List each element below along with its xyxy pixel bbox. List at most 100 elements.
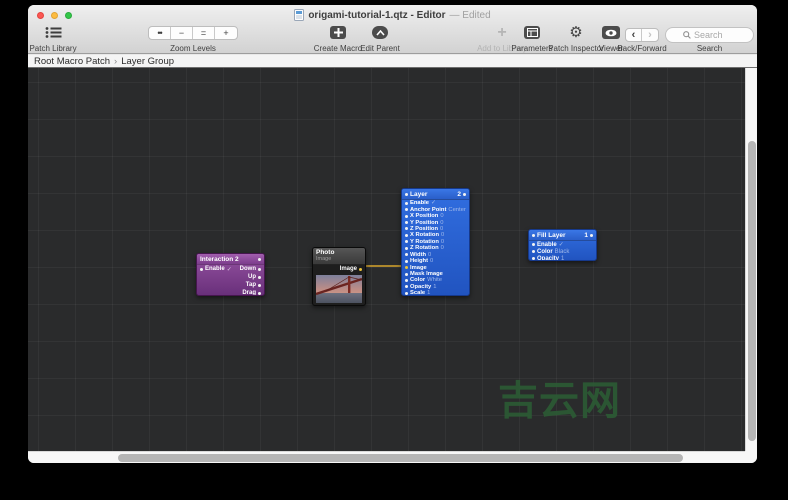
node-fill-layer[interactable]: Fill Layer 1 Enable ✓ Color Black Opacity 1 [528, 229, 597, 261]
port-name: Image [410, 264, 427, 271]
window-title-edited: — Edited [449, 9, 491, 21]
port-name: Down [239, 266, 256, 272]
port-dot[interactable] [532, 257, 535, 260]
port-name: Y Position [410, 219, 439, 226]
edit-parent-label: Edit Parent [360, 44, 400, 53]
port-dot[interactable] [359, 267, 362, 271]
vertical-scrollbar[interactable] [745, 68, 757, 451]
search-icon [683, 31, 691, 39]
patch-canvas[interactable]: Interaction 2 Enable ✓ Down Up Tap Drag Photo… [28, 68, 745, 451]
port-value: 1 [561, 255, 565, 261]
port-dot[interactable] [532, 243, 535, 246]
patch-library-icon [45, 27, 61, 38]
port-dot[interactable] [258, 283, 261, 287]
port-dot[interactable] [405, 259, 408, 263]
port-dot[interactable] [405, 253, 408, 257]
port-dot[interactable] [405, 240, 408, 244]
node-interaction-2[interactable]: Interaction 2 Enable ✓ Down Up Tap Drag [196, 253, 265, 296]
port-dot[interactable] [405, 192, 408, 196]
port-name: Opacity [537, 255, 560, 261]
search-field[interactable] [665, 27, 754, 43]
port-row: Tap [197, 281, 264, 289]
breadcrumb-root-macro-patch[interactable]: Root Macro Patch [34, 56, 110, 67]
port-dot[interactable] [405, 214, 408, 218]
photo-header: Photo Image [313, 248, 365, 265]
port-dot[interactable] [258, 275, 261, 279]
toolbar: Patch Library •• − = + Zoom Levels Creat… [28, 25, 757, 54]
port-value: 0 [440, 238, 445, 245]
node-title: Fill Layer 1 [529, 230, 596, 241]
port-dot[interactable] [405, 233, 408, 237]
zoom-actual-button[interactable]: •• [149, 27, 171, 39]
port-name: Color [410, 277, 426, 284]
port-dot[interactable] [532, 250, 535, 253]
port-dot[interactable] [258, 291, 261, 295]
port-name: Width [410, 251, 427, 258]
port-name: Image [339, 266, 357, 272]
photo-thumbnail [313, 273, 365, 305]
port-dot[interactable] [405, 208, 408, 212]
port-dot[interactable] [405, 227, 408, 231]
port-dot[interactable] [463, 192, 466, 196]
port-value: ✓ [558, 242, 564, 248]
patch-inspector-icon: ⚙ [569, 24, 583, 41]
port-dot[interactable] [405, 246, 408, 250]
port-name: Z Rotation [410, 245, 439, 252]
search-input[interactable] [694, 30, 736, 40]
parameters-icon [524, 26, 540, 39]
port-name: Scale [410, 290, 426, 296]
window-title: origami-tutorial-1.qtz - Editor [308, 9, 446, 21]
port-dot[interactable] [405, 266, 408, 270]
port-row: Up [197, 273, 264, 281]
port-dot[interactable] [405, 291, 408, 295]
back-button[interactable]: ‹ [626, 29, 642, 41]
patch-library-button[interactable]: Patch Library [29, 26, 77, 53]
node-badge: 2 [457, 191, 466, 198]
port-name: Enable [205, 266, 225, 272]
vertical-scrollbar-thumb[interactable] [748, 141, 756, 441]
search-group: Search [665, 26, 754, 53]
port-dot[interactable] [405, 278, 408, 282]
zoom-in-button[interactable]: + [215, 27, 237, 39]
node-layer[interactable]: Layer 2 Enable ✓ Anchor Point Center X Posit… [401, 188, 470, 296]
port-dot[interactable] [532, 233, 535, 237]
port-name: Anchor Point [410, 206, 447, 213]
back-forward-group: ‹ › Back/Forward [617, 26, 667, 53]
port-dot[interactable] [405, 201, 408, 205]
port-dot[interactable] [258, 267, 261, 271]
port-value: 0 [430, 258, 434, 265]
zoom-levels-control: •• − = + [148, 26, 238, 40]
port-row: Enable ✓ Down [197, 265, 264, 273]
node-photo[interactable]: Photo Image Image [312, 247, 366, 306]
create-macro-button[interactable]: Create Macro [314, 26, 362, 53]
port-dot[interactable] [590, 233, 593, 237]
node-badge: 1 [584, 232, 593, 239]
editor-window: origami-tutorial-1.qtz - Editor — Edited… [28, 5, 757, 463]
titlebar[interactable]: origami-tutorial-1.qtz - Editor — Edited [28, 5, 757, 25]
port-name: Opacity [410, 283, 432, 290]
viewer-icon [602, 26, 620, 39]
port-name: Up [248, 274, 256, 280]
port-dot[interactable] [405, 285, 408, 289]
port-dot[interactable] [405, 221, 408, 225]
horizontal-scrollbar[interactable] [28, 451, 745, 463]
port-value: Black [554, 248, 570, 255]
node-title-text: Fill Layer [537, 231, 566, 239]
forward-button[interactable]: › [642, 29, 658, 41]
port-value: 0 [428, 251, 432, 258]
horizontal-scrollbar-thumb[interactable] [118, 454, 683, 462]
port-name: Enable [410, 200, 430, 207]
node-subtitle-text: Image [316, 256, 332, 262]
breadcrumb-layer-group[interactable]: Layer Group [121, 56, 174, 67]
port-value: 0 [440, 232, 445, 239]
port-dot[interactable] [258, 257, 261, 261]
patch-library-label: Patch Library [29, 44, 77, 53]
edit-parent-button[interactable]: Edit Parent [360, 26, 400, 53]
zoom-fit-button[interactable]: = [193, 27, 215, 39]
port-row: Opacity 1 [529, 255, 596, 261]
zoom-levels-label: Zoom Levels [170, 44, 216, 53]
zoom-out-button[interactable]: − [171, 27, 193, 39]
port-dot[interactable] [200, 267, 203, 271]
document-icon[interactable] [294, 9, 305, 21]
port-dot[interactable] [405, 272, 408, 276]
